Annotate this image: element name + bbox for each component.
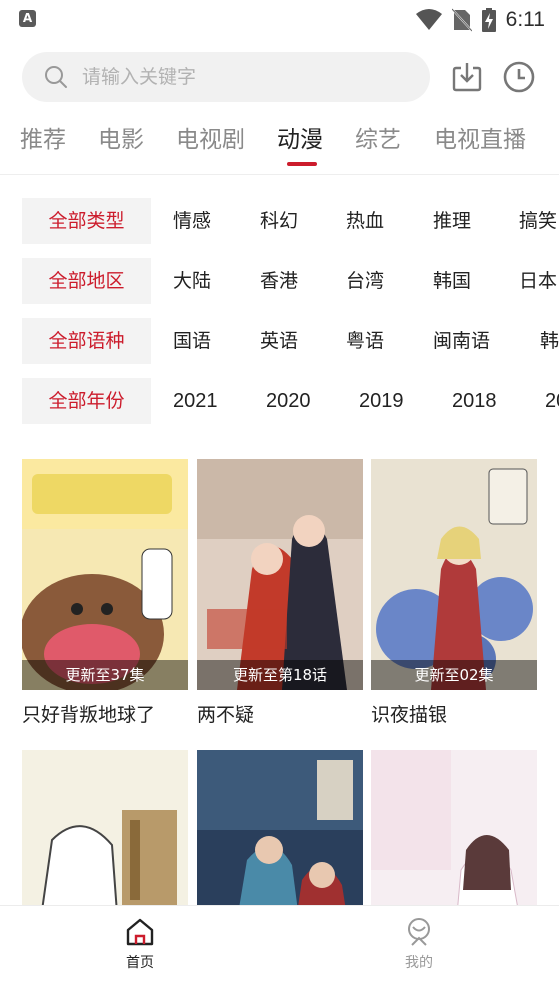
poster-image: 更新至02集 [371, 459, 537, 690]
tab-variety[interactable]: 综艺 [355, 120, 401, 154]
nav-home[interactable]: 首页 [80, 906, 200, 995]
wifi-icon [415, 9, 442, 30]
filter-option[interactable]: 韩 [540, 318, 559, 364]
status-bar: A 6:11 [0, 0, 559, 40]
filter-all-type[interactable]: 全部类型 [22, 198, 151, 244]
filter-option[interactable]: 国语 [173, 318, 211, 364]
nav-mine[interactable]: 我的 [359, 906, 479, 995]
filter-option[interactable]: 20 [545, 378, 559, 424]
download-icon[interactable] [450, 60, 484, 94]
filter-option[interactable]: 大陆 [173, 258, 211, 304]
filter-option[interactable]: 搞笑 [519, 198, 557, 244]
card-title: 识夜描银 [371, 704, 448, 726]
anime-card[interactable]: 更新至37集 只好背叛地球了 [22, 459, 188, 727]
poster-image: 更新至第18话 [197, 459, 363, 690]
anime-card[interactable]: 更新至第18话 两不疑 [197, 459, 363, 727]
search-bar[interactable] [22, 52, 430, 102]
filter-option[interactable]: 韩国 [433, 258, 471, 304]
filter-row-region: 全部地区 大陆 香港 台湾 韩国 日本 [0, 258, 559, 304]
filter-option[interactable]: 2018 [452, 378, 497, 424]
filter-option[interactable]: 情感 [173, 198, 211, 244]
divider [0, 174, 559, 175]
notification-icon: A [19, 10, 36, 27]
search-icon [45, 66, 67, 88]
card-title: 两不疑 [197, 704, 255, 726]
user-profile-icon [408, 918, 430, 946]
update-badge: 更新至02集 [371, 660, 537, 690]
bottom-nav: 首页 我的 [0, 905, 559, 995]
status-time: 6:11 [505, 8, 545, 31]
update-badge: 更新至37集 [22, 660, 188, 690]
filter-all-language[interactable]: 全部语种 [22, 318, 151, 364]
poster-image: 更新至37集 [22, 459, 188, 690]
tab-movie[interactable]: 电影 [98, 120, 144, 154]
filter-option[interactable]: 热血 [346, 198, 384, 244]
tab-anime[interactable]: 动漫 [277, 120, 323, 154]
active-tab-indicator [287, 162, 317, 166]
filter-option[interactable]: 2021 [173, 378, 218, 424]
filter-option[interactable]: 2019 [359, 378, 404, 424]
filter-option[interactable]: 香港 [260, 258, 298, 304]
anime-card[interactable]: 更新至02集 识夜描银 [371, 459, 537, 727]
filter-all-region[interactable]: 全部地区 [22, 258, 151, 304]
filter-option[interactable]: 粤语 [346, 318, 384, 364]
tab-recommend[interactable]: 推荐 [20, 120, 66, 154]
nav-mine-label: 我的 [405, 955, 433, 971]
filter-all-year[interactable]: 全部年份 [22, 378, 151, 424]
battery-charging-icon [481, 8, 496, 32]
tab-live-tv[interactable]: 电视直播 [434, 120, 526, 154]
filter-option[interactable]: 日本 [519, 258, 557, 304]
filter-option[interactable]: 英语 [260, 318, 298, 364]
filter-option[interactable]: 推理 [433, 198, 471, 244]
search-input[interactable] [82, 52, 412, 102]
filter-row-language: 全部语种 国语 英语 粤语 闽南语 韩 [0, 318, 559, 364]
status-right-group: 6:11 [415, 6, 545, 34]
category-tabs: 推荐 电影 电视剧 动漫 综艺 电视直播 [0, 120, 559, 164]
no-sim-icon [451, 8, 472, 32]
filter-option[interactable]: 科幻 [260, 198, 298, 244]
filter-option[interactable]: 2020 [266, 378, 311, 424]
history-clock-icon[interactable] [502, 60, 536, 94]
filter-row-year: 全部年份 2021 2020 2019 2018 20 [0, 378, 559, 424]
filter-option[interactable]: 台湾 [346, 258, 384, 304]
nav-home-label: 首页 [126, 955, 154, 971]
filter-row-type: 全部类型 情感 科幻 热血 推理 搞笑 [0, 198, 559, 244]
home-icon [126, 918, 154, 946]
update-badge: 更新至第18话 [197, 660, 363, 690]
card-title: 只好背叛地球了 [22, 704, 156, 726]
tab-tv-series[interactable]: 电视剧 [176, 120, 245, 154]
filter-option[interactable]: 闽南语 [433, 318, 490, 364]
